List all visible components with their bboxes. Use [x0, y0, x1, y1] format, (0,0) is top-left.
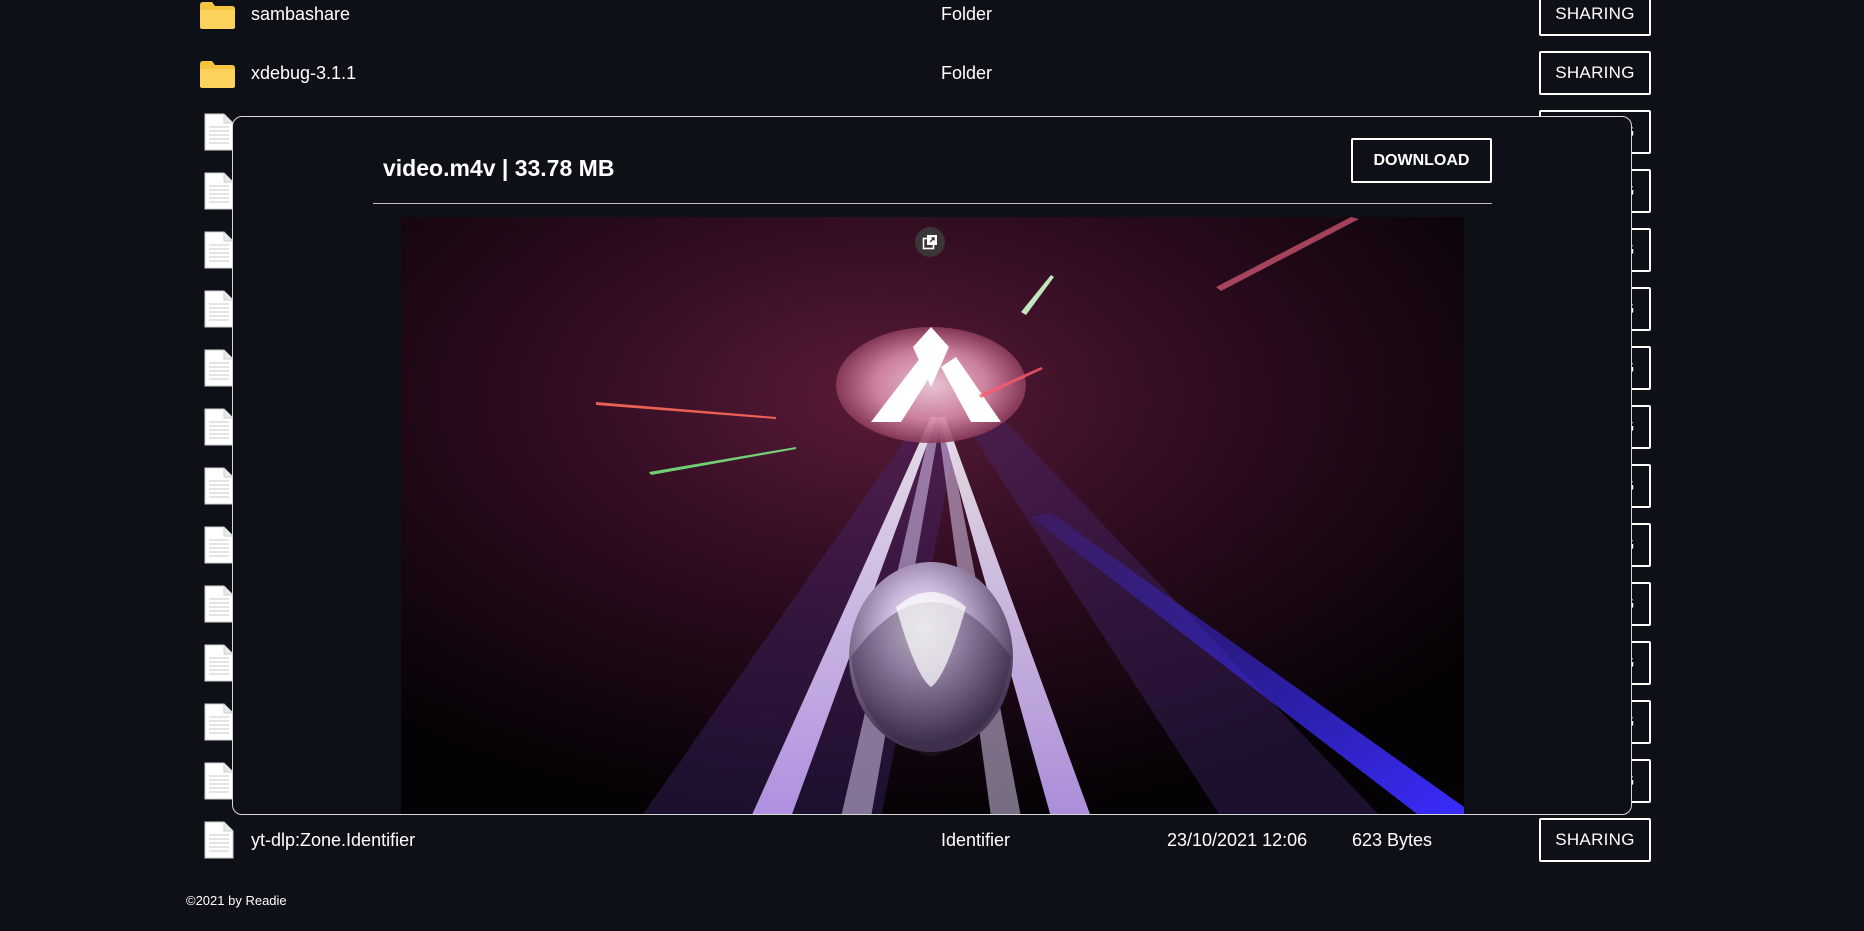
file-icon — [199, 575, 236, 634]
file-date: 23/10/2021 12:06 — [1167, 830, 1308, 850]
file-row[interactable]: sambashare Folder SHARING — [0, 0, 1864, 44]
sharing-button[interactable]: SHARING — [1539, 818, 1651, 862]
sharing-button[interactable]: SHARING — [1539, 0, 1651, 36]
folder-icon — [199, 0, 236, 44]
picture-in-picture-button[interactable] — [915, 227, 945, 257]
footer-copyright: ©2021 by Readie — [186, 893, 287, 908]
modal-divider — [373, 203, 1492, 204]
file-browser-page: sambashare Folder SHARING xdebug-3.1.1 Folde… — [0, 0, 1864, 931]
file-icon — [199, 516, 236, 575]
file-icon — [199, 693, 236, 752]
file-type: Folder — [941, 4, 993, 24]
file-type: Identifier — [941, 830, 1011, 850]
video-frame — [401, 217, 1464, 814]
file-row[interactable]: xdebug-3.1.1 Folder SHARING — [0, 44, 1864, 103]
download-button[interactable]: DOWNLOAD — [1351, 138, 1492, 183]
video-preview-modal: video.m4v | 33.78 MB DOWNLOAD — [232, 116, 1632, 815]
file-icon — [199, 221, 236, 280]
file-icon — [199, 457, 236, 516]
file-icon — [199, 811, 236, 870]
folder-icon — [199, 44, 236, 103]
file-name[interactable]: yt-dlp:Zone.Identifier — [251, 828, 415, 852]
file-name[interactable]: xdebug-3.1.1 — [251, 61, 356, 85]
file-icon — [199, 339, 236, 398]
file-icon — [199, 398, 236, 457]
modal-title: video.m4v | 33.78 MB — [383, 155, 615, 181]
file-icon — [199, 634, 236, 693]
file-icon — [199, 162, 236, 221]
video-player[interactable] — [401, 217, 1464, 814]
file-icon — [199, 752, 236, 811]
file-icon — [199, 103, 236, 162]
file-icon — [199, 280, 236, 339]
picture-in-picture-icon — [922, 235, 937, 250]
sharing-button[interactable]: SHARING — [1539, 51, 1651, 95]
file-size: 623 Bytes — [1352, 830, 1433, 850]
file-type: Folder — [941, 63, 993, 83]
file-name[interactable]: sambashare — [251, 2, 350, 26]
file-row[interactable]: yt-dlp:Zone.Identifier Identifier 23/10/20… — [0, 811, 1864, 870]
